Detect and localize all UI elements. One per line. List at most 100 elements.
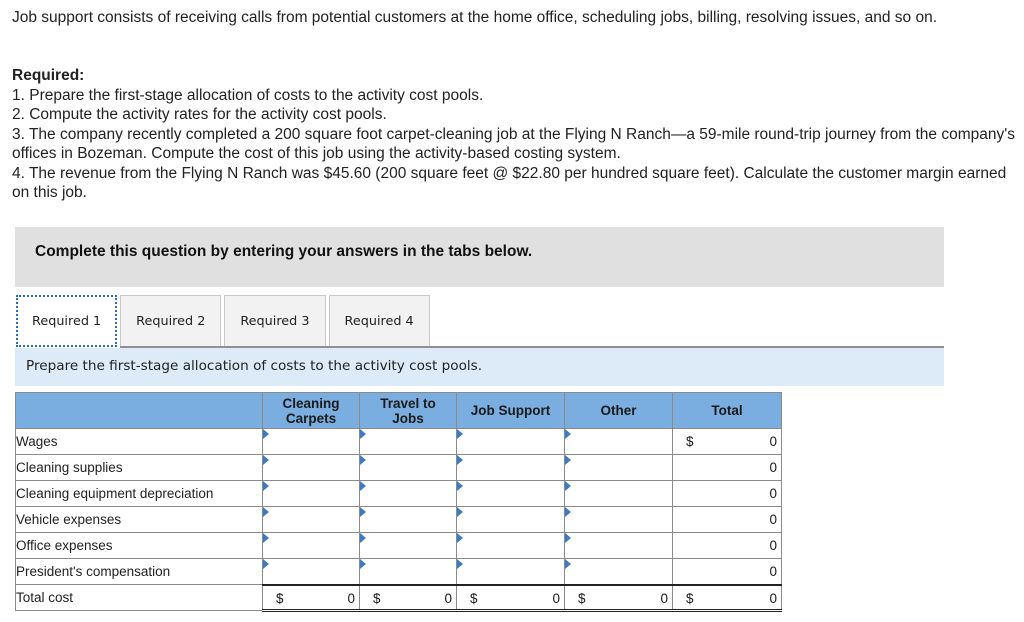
cleaning-carpets-input[interactable] xyxy=(263,429,359,454)
travel-to-jobs-input[interactable] xyxy=(360,429,456,454)
travel-to-jobs-input[interactable] xyxy=(360,533,456,558)
table-row: Cleaning supplies 0 xyxy=(15,454,782,481)
input-cell-travel-to-jobs[interactable] xyxy=(359,480,457,507)
travel-to-jobs-input[interactable] xyxy=(360,481,456,506)
input-cell-other[interactable] xyxy=(564,428,673,455)
input-cell-travel-to-jobs[interactable] xyxy=(359,532,457,559)
travel-to-jobs-input[interactable] xyxy=(360,507,456,532)
total-job-support-value: 0 xyxy=(552,590,560,606)
input-cell-travel-to-jobs[interactable] xyxy=(359,454,457,481)
input-flag-icon xyxy=(565,481,571,491)
cleaning-carpets-input[interactable] xyxy=(263,533,359,558)
row-total-value: 0 xyxy=(769,434,777,449)
input-cell-job-support[interactable] xyxy=(456,454,565,481)
input-flag-icon xyxy=(360,507,366,517)
input-flag-icon xyxy=(457,455,463,465)
header-line: Travel to xyxy=(380,395,436,411)
row-label: Wages xyxy=(15,428,263,455)
job-support-input[interactable] xyxy=(457,559,564,584)
required-item-2: 2. Compute the activity rates for the ac… xyxy=(12,106,387,123)
input-flag-icon xyxy=(565,429,571,439)
total-total-cell: $0 xyxy=(672,583,782,612)
input-cell-job-support[interactable] xyxy=(456,506,565,533)
row-total-value: 0 xyxy=(769,564,777,579)
tab-required-3[interactable]: Required 3 xyxy=(224,295,326,347)
cleaning-carpets-input[interactable] xyxy=(263,559,359,584)
input-flag-icon xyxy=(263,507,269,517)
input-cell-cleaning-carpets[interactable] xyxy=(262,558,360,585)
header-cleaning-carpets: Cleaning Carpets xyxy=(262,392,360,429)
input-cell-cleaning-carpets[interactable] xyxy=(262,454,360,481)
required-list: 1. Prepare the first-stage allocation of… xyxy=(12,86,1017,203)
input-flag-icon xyxy=(565,533,571,543)
input-flag-icon xyxy=(565,507,571,517)
input-flag-icon xyxy=(360,429,366,439)
tab-required-2[interactable]: Required 2 xyxy=(120,295,222,347)
tab-required-1[interactable]: Required 1 xyxy=(16,295,118,347)
travel-to-jobs-input[interactable] xyxy=(360,455,456,480)
other-input[interactable] xyxy=(565,429,672,454)
input-flag-icon xyxy=(263,533,269,543)
input-cell-other[interactable] xyxy=(564,480,673,507)
required-section: Required: 1. Prepare the first-stage all… xyxy=(12,66,1017,203)
header-travel-to-jobs: Travel to Jobs xyxy=(359,392,457,429)
table-row: Office expenses 0 xyxy=(15,532,782,559)
row-total-cell: 0 xyxy=(672,532,782,559)
input-flag-icon xyxy=(457,533,463,543)
required-heading: Required: xyxy=(12,67,85,84)
header-blank xyxy=(15,392,263,429)
input-cell-other[interactable] xyxy=(564,506,673,533)
cleaning-carpets-input[interactable] xyxy=(263,481,359,506)
row-total-cell: 0 xyxy=(672,558,782,585)
other-input[interactable] xyxy=(565,559,672,584)
job-support-input[interactable] xyxy=(457,507,564,532)
job-support-input[interactable] xyxy=(457,481,564,506)
job-support-input[interactable] xyxy=(457,533,564,558)
input-cell-travel-to-jobs[interactable] xyxy=(359,428,457,455)
other-input[interactable] xyxy=(565,533,672,558)
total-cleaning-carpets-cell: $0 xyxy=(262,583,360,612)
total-cost-row: Total cost $0 $0 $0 $0 $0 xyxy=(15,583,782,612)
header-other: Other xyxy=(564,392,673,429)
required-item-1: 1. Prepare the first-stage allocation of… xyxy=(12,86,484,104)
currency-symbol: $ xyxy=(686,434,694,449)
input-cell-other[interactable] xyxy=(564,532,673,559)
other-input[interactable] xyxy=(565,507,672,532)
job-support-input[interactable] xyxy=(457,429,564,454)
row-label: President's compensation xyxy=(15,558,263,585)
input-cell-job-support[interactable] xyxy=(456,558,565,585)
job-support-input[interactable] xyxy=(457,455,564,480)
total-total-value: 0 xyxy=(769,590,777,606)
total-travel-to-jobs-value: 0 xyxy=(444,590,452,606)
total-other-cell: $0 xyxy=(564,583,673,612)
other-input[interactable] xyxy=(565,455,672,480)
row-total-cell: 0 xyxy=(672,506,782,533)
cleaning-carpets-input[interactable] xyxy=(263,507,359,532)
input-cell-cleaning-carpets[interactable] xyxy=(262,428,360,455)
input-cell-cleaning-carpets[interactable] xyxy=(262,506,360,533)
input-cell-travel-to-jobs[interactable] xyxy=(359,506,457,533)
input-flag-icon xyxy=(360,559,366,569)
instruction-bar: Complete this question by entering your … xyxy=(15,227,944,287)
input-cell-job-support[interactable] xyxy=(456,480,565,507)
intro-paragraph: Job support consists of receiving calls … xyxy=(12,9,938,26)
tab-bar: Required 1 Required 2 Required 3 Require… xyxy=(16,295,433,347)
input-cell-cleaning-carpets[interactable] xyxy=(262,532,360,559)
cleaning-carpets-input[interactable] xyxy=(263,455,359,480)
travel-to-jobs-input[interactable] xyxy=(360,559,456,584)
input-cell-travel-to-jobs[interactable] xyxy=(359,558,457,585)
input-cell-other[interactable] xyxy=(564,558,673,585)
input-flag-icon xyxy=(457,559,463,569)
row-total-cell: 0 xyxy=(672,454,782,481)
row-label: Office expenses xyxy=(15,532,263,559)
input-cell-other[interactable] xyxy=(564,454,673,481)
currency-symbol: $ xyxy=(686,590,694,606)
tab-required-4[interactable]: Required 4 xyxy=(328,295,430,347)
row-label: Total cost xyxy=(15,584,263,611)
other-input[interactable] xyxy=(565,481,672,506)
input-cell-job-support[interactable] xyxy=(456,532,565,559)
input-cell-job-support[interactable] xyxy=(456,428,565,455)
input-cell-cleaning-carpets[interactable] xyxy=(262,480,360,507)
input-flag-icon xyxy=(263,559,269,569)
total-travel-to-jobs-cell: $0 xyxy=(359,583,457,612)
